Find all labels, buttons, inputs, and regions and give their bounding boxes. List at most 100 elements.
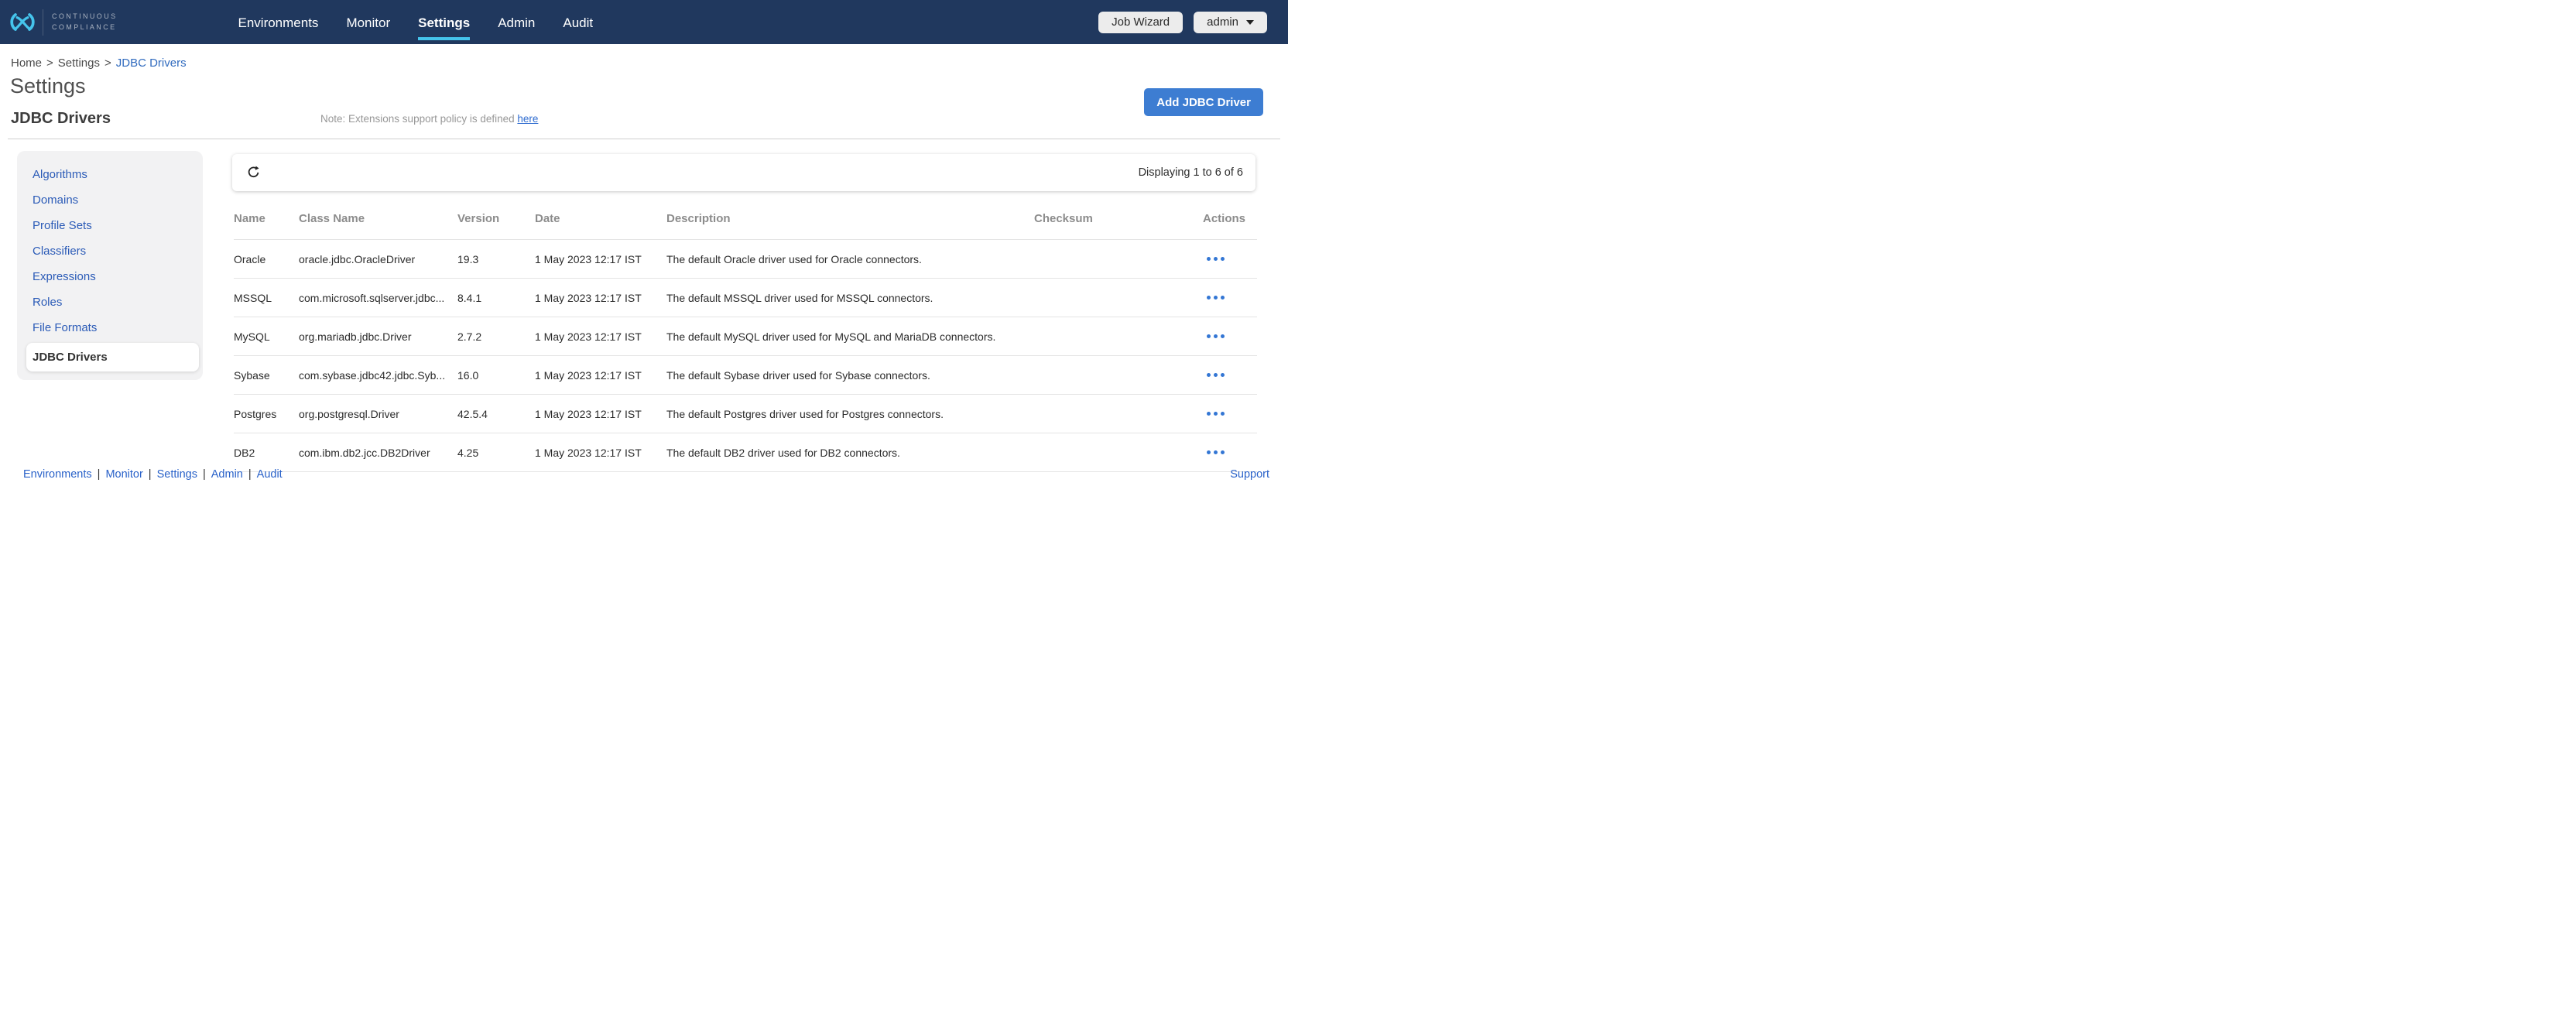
job-wizard-label: Job Wizard — [1112, 15, 1170, 29]
refresh-button[interactable] — [245, 165, 262, 180]
extensions-policy-note: Note: Extensions support policy is defin… — [320, 113, 538, 125]
cell-version: 2.7.2 — [457, 330, 535, 343]
ellipsis-icon — [1207, 257, 1211, 262]
ellipsis-icon — [1214, 412, 1218, 416]
ellipsis-icon — [1221, 257, 1225, 262]
row-actions-button[interactable] — [1202, 410, 1226, 418]
note-text: Note: Extensions support policy is defin… — [320, 113, 517, 125]
app-logo[interactable] — [9, 12, 36, 33]
row-actions-button[interactable] — [1202, 333, 1226, 341]
user-menu-button[interactable]: admin — [1194, 12, 1267, 33]
cell-version: 19.3 — [457, 253, 535, 265]
footer-link-admin[interactable]: Admin — [211, 468, 243, 481]
table-row-oracle: Oracleoracle.jdbc.OracleDriver19.31 May … — [234, 240, 1257, 279]
ellipsis-icon — [1221, 373, 1225, 378]
nav-item-monitor[interactable]: Monitor — [346, 5, 390, 40]
cell-date: 1 May 2023 12:17 IST — [535, 330, 666, 343]
nav-menu: Environments Monitor Settings Admin Audit — [238, 0, 594, 44]
brand-line-1: CONTINUOUS — [52, 12, 118, 22]
sidebar-item-expressions[interactable]: Expressions — [17, 264, 203, 289]
table-row-db2: DB2com.ibm.db2.jcc.DB2Driver4.251 May 20… — [234, 433, 1257, 472]
jdbc-drivers-table: NameClass NameVersionDateDescriptionChec… — [234, 197, 1257, 472]
cell-description: The default Oracle driver used for Oracl… — [666, 253, 1034, 265]
cell-class-name: org.postgresql.Driver — [299, 408, 457, 420]
ellipsis-icon — [1221, 450, 1225, 455]
cell-name: MSSQL — [234, 292, 299, 304]
table-row-mysql: MySQLorg.mariadb.jdbc.Driver2.7.21 May 2… — [234, 317, 1257, 356]
table-toolbar: Displaying 1 to 6 of 6 — [232, 154, 1255, 191]
sidebar-item-algorithms[interactable]: Algorithms — [17, 162, 203, 187]
row-actions-button[interactable] — [1202, 294, 1226, 302]
table-row-mssql: MSSQLcom.microsoft.sqlserver.jdbc...8.4.… — [234, 279, 1257, 317]
cell-date: 1 May 2023 12:17 IST — [535, 253, 666, 265]
cell-name: DB2 — [234, 447, 299, 459]
actions-cell — [1189, 371, 1257, 379]
section-header: JDBC Drivers Note: Extensions support po… — [8, 110, 1280, 139]
column-header-actions: Actions — [1189, 212, 1257, 225]
column-header-date: Date — [535, 212, 666, 225]
footer-nav: Environments|Monitor|Settings|Admin|Audi… — [23, 468, 283, 481]
policy-here-link[interactable]: here — [517, 113, 538, 125]
ellipsis-icon — [1207, 296, 1211, 300]
sidebar-item-classifiers[interactable]: Classifiers — [17, 238, 203, 264]
breadcrumb-separator: > — [46, 56, 53, 70]
footer-link-audit[interactable]: Audit — [257, 468, 283, 481]
actions-cell — [1189, 410, 1257, 418]
footer-separator: | — [149, 468, 152, 481]
breadcrumb-item-settings[interactable]: Settings — [58, 56, 100, 70]
cell-class-name: org.mariadb.jdbc.Driver — [299, 330, 457, 343]
section-title: JDBC Drivers — [11, 110, 111, 128]
cell-version: 4.25 — [457, 447, 535, 459]
cell-name: Postgres — [234, 408, 299, 420]
table-body: Oracleoracle.jdbc.OracleDriver19.31 May … — [234, 240, 1257, 472]
footer-link-monitor[interactable]: Monitor — [105, 468, 142, 481]
column-header-checksum: Checksum — [1034, 212, 1189, 225]
cell-version: 8.4.1 — [457, 292, 535, 304]
cell-description: The default Sybase driver used for Sybas… — [666, 369, 1034, 382]
nav-item-environments[interactable]: Environments — [238, 5, 319, 40]
cell-description: The default DB2 driver used for DB2 conn… — [666, 447, 1034, 459]
footer-link-environments[interactable]: Environments — [23, 468, 92, 481]
footer-separator: | — [203, 468, 206, 481]
chevron-down-icon — [1246, 20, 1254, 25]
sidebar-item-jdbc-drivers[interactable]: JDBC Drivers — [26, 343, 199, 371]
sidebar-item-domains[interactable]: Domains — [17, 187, 203, 213]
row-actions-button[interactable] — [1202, 449, 1226, 457]
cell-class-name: com.microsoft.sqlserver.jdbc... — [299, 292, 457, 304]
page-title: Settings — [10, 74, 1288, 98]
cell-description: The default MySQL driver used for MySQL … — [666, 330, 1034, 343]
ellipsis-icon — [1221, 296, 1225, 300]
column-header-class-name: Class Name — [299, 212, 457, 225]
settings-sidebar: AlgorithmsDomainsProfile SetsClassifiers… — [17, 151, 203, 380]
cell-date: 1 May 2023 12:17 IST — [535, 447, 666, 459]
column-header-description: Description — [666, 212, 1034, 225]
actions-cell — [1189, 294, 1257, 302]
user-menu-label: admin — [1207, 15, 1238, 29]
nav-item-audit[interactable]: Audit — [563, 5, 593, 40]
nav-right: Job Wizard admin — [1098, 12, 1267, 33]
actions-cell — [1189, 449, 1257, 457]
footer-link-settings[interactable]: Settings — [157, 468, 197, 481]
sidebar-item-file-formats[interactable]: File Formats — [17, 315, 203, 341]
nav-item-admin[interactable]: Admin — [498, 5, 535, 40]
ellipsis-icon — [1221, 334, 1225, 339]
sidebar-item-roles[interactable]: Roles — [17, 289, 203, 315]
table-row-sybase: Sybasecom.sybase.jdbc42.jdbc.Syb...16.01… — [234, 356, 1257, 395]
breadcrumb-item-home[interactable]: Home — [11, 56, 42, 70]
column-header-version: Version — [457, 212, 535, 225]
support-link[interactable]: Support — [1230, 468, 1269, 481]
refresh-icon — [246, 165, 261, 180]
row-actions-button[interactable] — [1202, 371, 1226, 379]
row-actions-button[interactable] — [1202, 255, 1226, 263]
breadcrumb-item-jdbc-drivers[interactable]: JDBC Drivers — [116, 56, 187, 70]
table-header-row: NameClass NameVersionDateDescriptionChec… — [234, 197, 1257, 240]
pagination-status: Displaying 1 to 6 of 6 — [1139, 166, 1243, 179]
cell-description: The default Postgres driver used for Pos… — [666, 408, 1034, 420]
delphix-x-logo-icon — [9, 12, 36, 33]
nav-item-settings[interactable]: Settings — [418, 5, 470, 40]
cell-date: 1 May 2023 12:17 IST — [535, 408, 666, 420]
sidebar-item-profile-sets[interactable]: Profile Sets — [17, 213, 203, 238]
ellipsis-icon — [1207, 450, 1211, 455]
job-wizard-button[interactable]: Job Wizard — [1098, 12, 1183, 33]
ellipsis-icon — [1214, 257, 1218, 262]
